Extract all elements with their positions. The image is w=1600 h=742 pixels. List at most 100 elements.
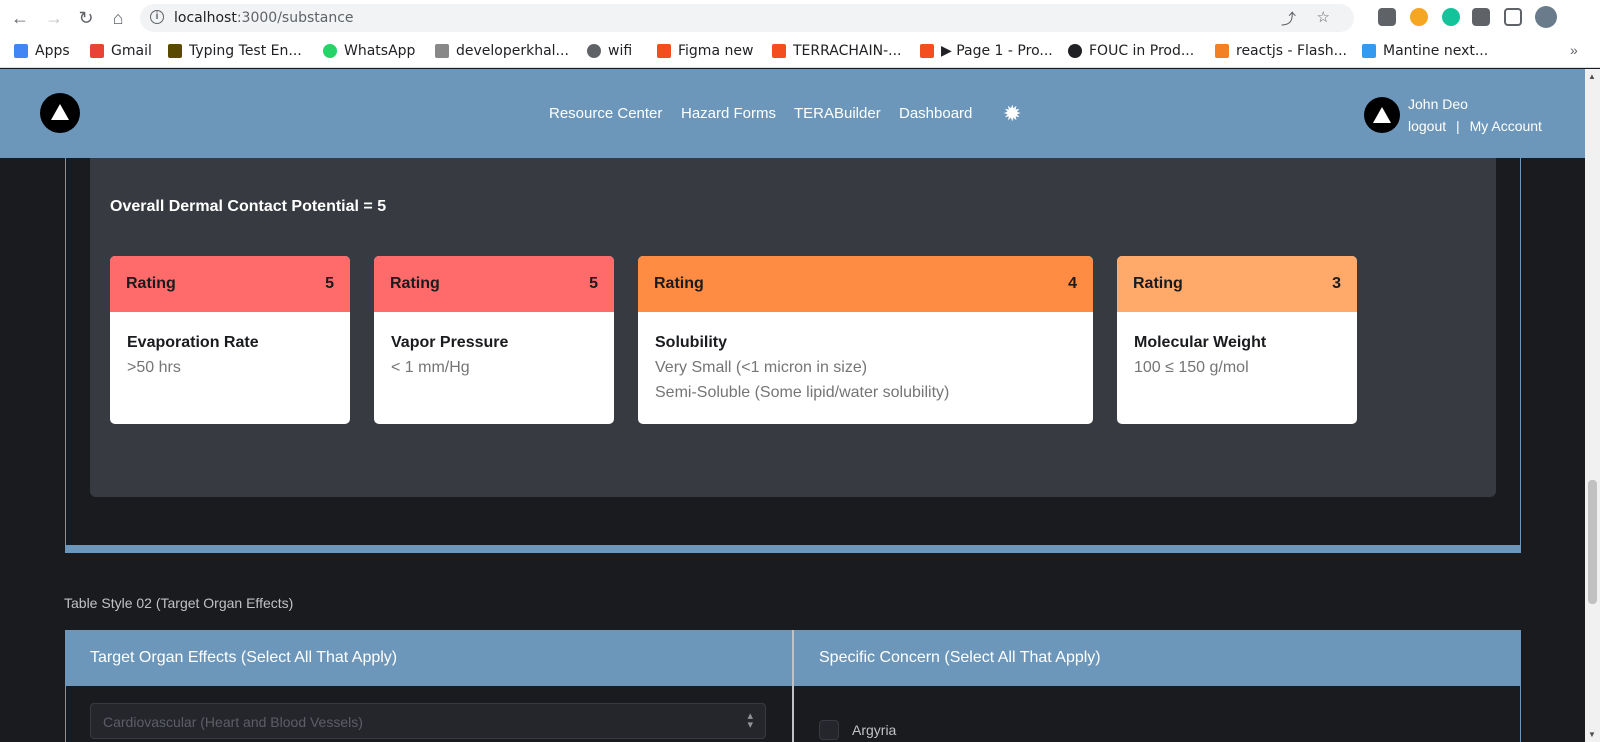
bookmark-label: Figma new — [678, 43, 754, 59]
rating-card-evaporation: Rating 5 Evaporation Rate >50 hrs — [110, 256, 350, 424]
globe-icon — [587, 44, 601, 58]
browser-toolbar: ← → ↻ ⌂ i localhost:3000/substance ⤴ ☆ — [0, 0, 1600, 35]
bookmark-star-icon[interactable]: ☆ — [1317, 8, 1330, 26]
app-header: Resource Center Hazard Forms TERABuilder… — [0, 69, 1585, 158]
rating-value: 4 — [1068, 275, 1077, 292]
bookmark-label: FOUC in Prod... — [1089, 43, 1195, 59]
bookmark-page1[interactable]: ▶ Page 1 - Pro... — [920, 42, 1053, 60]
rating-label: Rating — [390, 275, 440, 292]
rating-value: 5 — [325, 275, 334, 292]
bookmark-figma[interactable]: Figma new — [657, 42, 753, 60]
bookmark-terrachain[interactable]: TERRACHAIN-... — [772, 42, 902, 60]
bookmark-reactjs[interactable]: reactjs - Flash... — [1215, 42, 1347, 60]
bookmark-label: ▶ Page 1 - Pro... — [941, 43, 1053, 59]
nav-resource-center[interactable]: Resource Center — [549, 105, 662, 122]
section-label: Table Style 02 (Target Organ Effects) — [64, 595, 294, 611]
card-title: Evaporation Rate — [127, 334, 259, 351]
figma-icon — [772, 44, 786, 58]
extension-g-icon[interactable] — [1410, 8, 1428, 26]
home-icon[interactable]: ⌂ — [106, 6, 130, 30]
triangle-avatar-icon — [1373, 107, 1391, 123]
rating-label: Rating — [1133, 275, 1183, 292]
card-title: Vapor Pressure — [391, 334, 509, 351]
target-organ-select[interactable]: Cardiovascular (Heart and Blood Vessels)… — [90, 703, 766, 739]
triangle-logo-icon — [51, 104, 69, 120]
rating-card-header: Rating 5 — [374, 256, 614, 312]
target-organ-header: Target Organ Effects (Select All That Ap… — [65, 630, 792, 686]
rating-value: 5 — [589, 275, 598, 292]
mantine-icon — [1362, 44, 1376, 58]
nav-terabuilder[interactable]: TERABuilder — [794, 105, 881, 122]
github-icon — [1068, 44, 1082, 58]
url-host: localhost — [174, 10, 237, 26]
theme-toggle-sun-icon[interactable]: ✹ — [1003, 103, 1021, 125]
site-info-icon[interactable]: i — [150, 10, 164, 24]
dev-site-icon — [435, 44, 449, 58]
figma-icon — [920, 44, 934, 58]
stackoverflow-icon — [1215, 44, 1229, 58]
grammarly-icon[interactable] — [1442, 8, 1460, 26]
rating-card-header: Rating 3 — [1117, 256, 1357, 312]
specific-concern-cell — [794, 686, 1521, 742]
bookmark-apps[interactable]: Apps — [14, 42, 70, 60]
overall-dermal-title: Overall Dermal Contact Potential = 5 — [110, 198, 387, 215]
share-icon[interactable]: ⤴ — [1281, 8, 1296, 29]
bookmark-typing-test[interactable]: Typing Test En... — [168, 42, 302, 60]
scroll-down-arrow-icon[interactable]: ▼ — [1588, 730, 1596, 739]
target-organ-header-text: Target Organ Effects (Select All That Ap… — [90, 649, 398, 666]
reload-icon[interactable]: ↻ — [74, 6, 98, 30]
rating-card-molecular-weight: Rating 3 Molecular Weight 100 ≤ 150 g/mo… — [1117, 256, 1357, 424]
bookmark-label: Gmail — [111, 43, 152, 59]
page-scrollbar-thumb[interactable] — [1588, 480, 1597, 604]
bookmark-developer[interactable]: developerkhal... — [435, 42, 569, 60]
specific-concern-header-text: Specific Concern (Select All That Apply) — [819, 649, 1101, 666]
card-detail: Very Small (<1 micron in size) — [655, 359, 868, 376]
card-detail: < 1 mm/Hg — [391, 359, 470, 376]
bookmark-whatsapp[interactable]: WhatsApp — [323, 42, 415, 60]
whatsapp-icon — [323, 44, 337, 58]
nav-dashboard[interactable]: Dashboard — [899, 105, 972, 122]
bookmark-gmail[interactable]: Gmail — [90, 42, 152, 60]
nav-hazard-forms[interactable]: Hazard Forms — [681, 105, 776, 122]
bookmark-fouc[interactable]: FOUC in Prod... — [1068, 42, 1194, 60]
rating-value: 3 — [1332, 275, 1341, 292]
bookmark-wifi[interactable]: wifi — [587, 42, 632, 60]
profile-avatar[interactable] — [1535, 6, 1557, 28]
chevron-up-down-icon: ▴ ▾ — [747, 710, 753, 731]
argyria-label[interactable]: Argyria — [852, 722, 896, 738]
back-arrow-icon[interactable]: ← — [8, 6, 32, 30]
page-scrollbar-track[interactable] — [1585, 69, 1600, 742]
specific-concern-header: Specific Concern (Select All That Apply) — [794, 630, 1521, 686]
extension-screen-icon[interactable] — [1378, 8, 1396, 26]
bookmark-label: WhatsApp — [344, 43, 416, 59]
bookmarks-bar: Apps Gmail Typing Test En... WhatsApp de… — [0, 35, 1600, 68]
bookmark-mantine[interactable]: Mantine next... — [1362, 42, 1488, 60]
scroll-up-arrow-icon[interactable]: ▲ — [1588, 72, 1596, 81]
user-name: John Deo — [1408, 96, 1468, 112]
side-panel-icon[interactable] — [1504, 8, 1522, 26]
logout-link[interactable]: logout — [1408, 118, 1446, 134]
app-logo[interactable] — [40, 93, 80, 133]
my-account-link[interactable]: My Account — [1470, 118, 1542, 134]
card-detail: 100 ≤ 150 g/mol — [1134, 359, 1249, 376]
bookmark-label: wifi — [608, 43, 633, 59]
rating-card-header: Rating 4 — [638, 256, 1093, 312]
rating-card-vapor-pressure: Rating 5 Vapor Pressure < 1 mm/Hg — [374, 256, 614, 424]
apps-grid-icon — [14, 44, 28, 58]
rating-label: Rating — [126, 275, 176, 292]
user-links-separator: | — [1456, 118, 1460, 134]
url-text[interactable]: localhost:3000/substance — [174, 10, 354, 26]
user-links: logout | My Account — [1408, 118, 1542, 134]
select-value: Cardiovascular (Heart and Blood Vessels) — [103, 714, 363, 730]
user-avatar[interactable] — [1364, 97, 1400, 133]
extensions-puzzle-icon[interactable] — [1472, 8, 1490, 26]
address-bar[interactable]: i localhost:3000/substance ⤴ ☆ — [140, 4, 1354, 32]
card-detail: Semi-Soluble (Some lipid/water solubilit… — [655, 384, 950, 401]
section-divider-bar — [65, 545, 1521, 553]
bookmark-label: developerkhal... — [456, 43, 569, 59]
bookmarks-overflow-icon[interactable]: » — [1570, 42, 1578, 58]
argyria-checkbox[interactable] — [819, 720, 839, 740]
forward-arrow-icon[interactable]: → — [42, 6, 66, 30]
figma-icon — [657, 44, 671, 58]
bookmark-label: TERRACHAIN-... — [793, 43, 902, 59]
